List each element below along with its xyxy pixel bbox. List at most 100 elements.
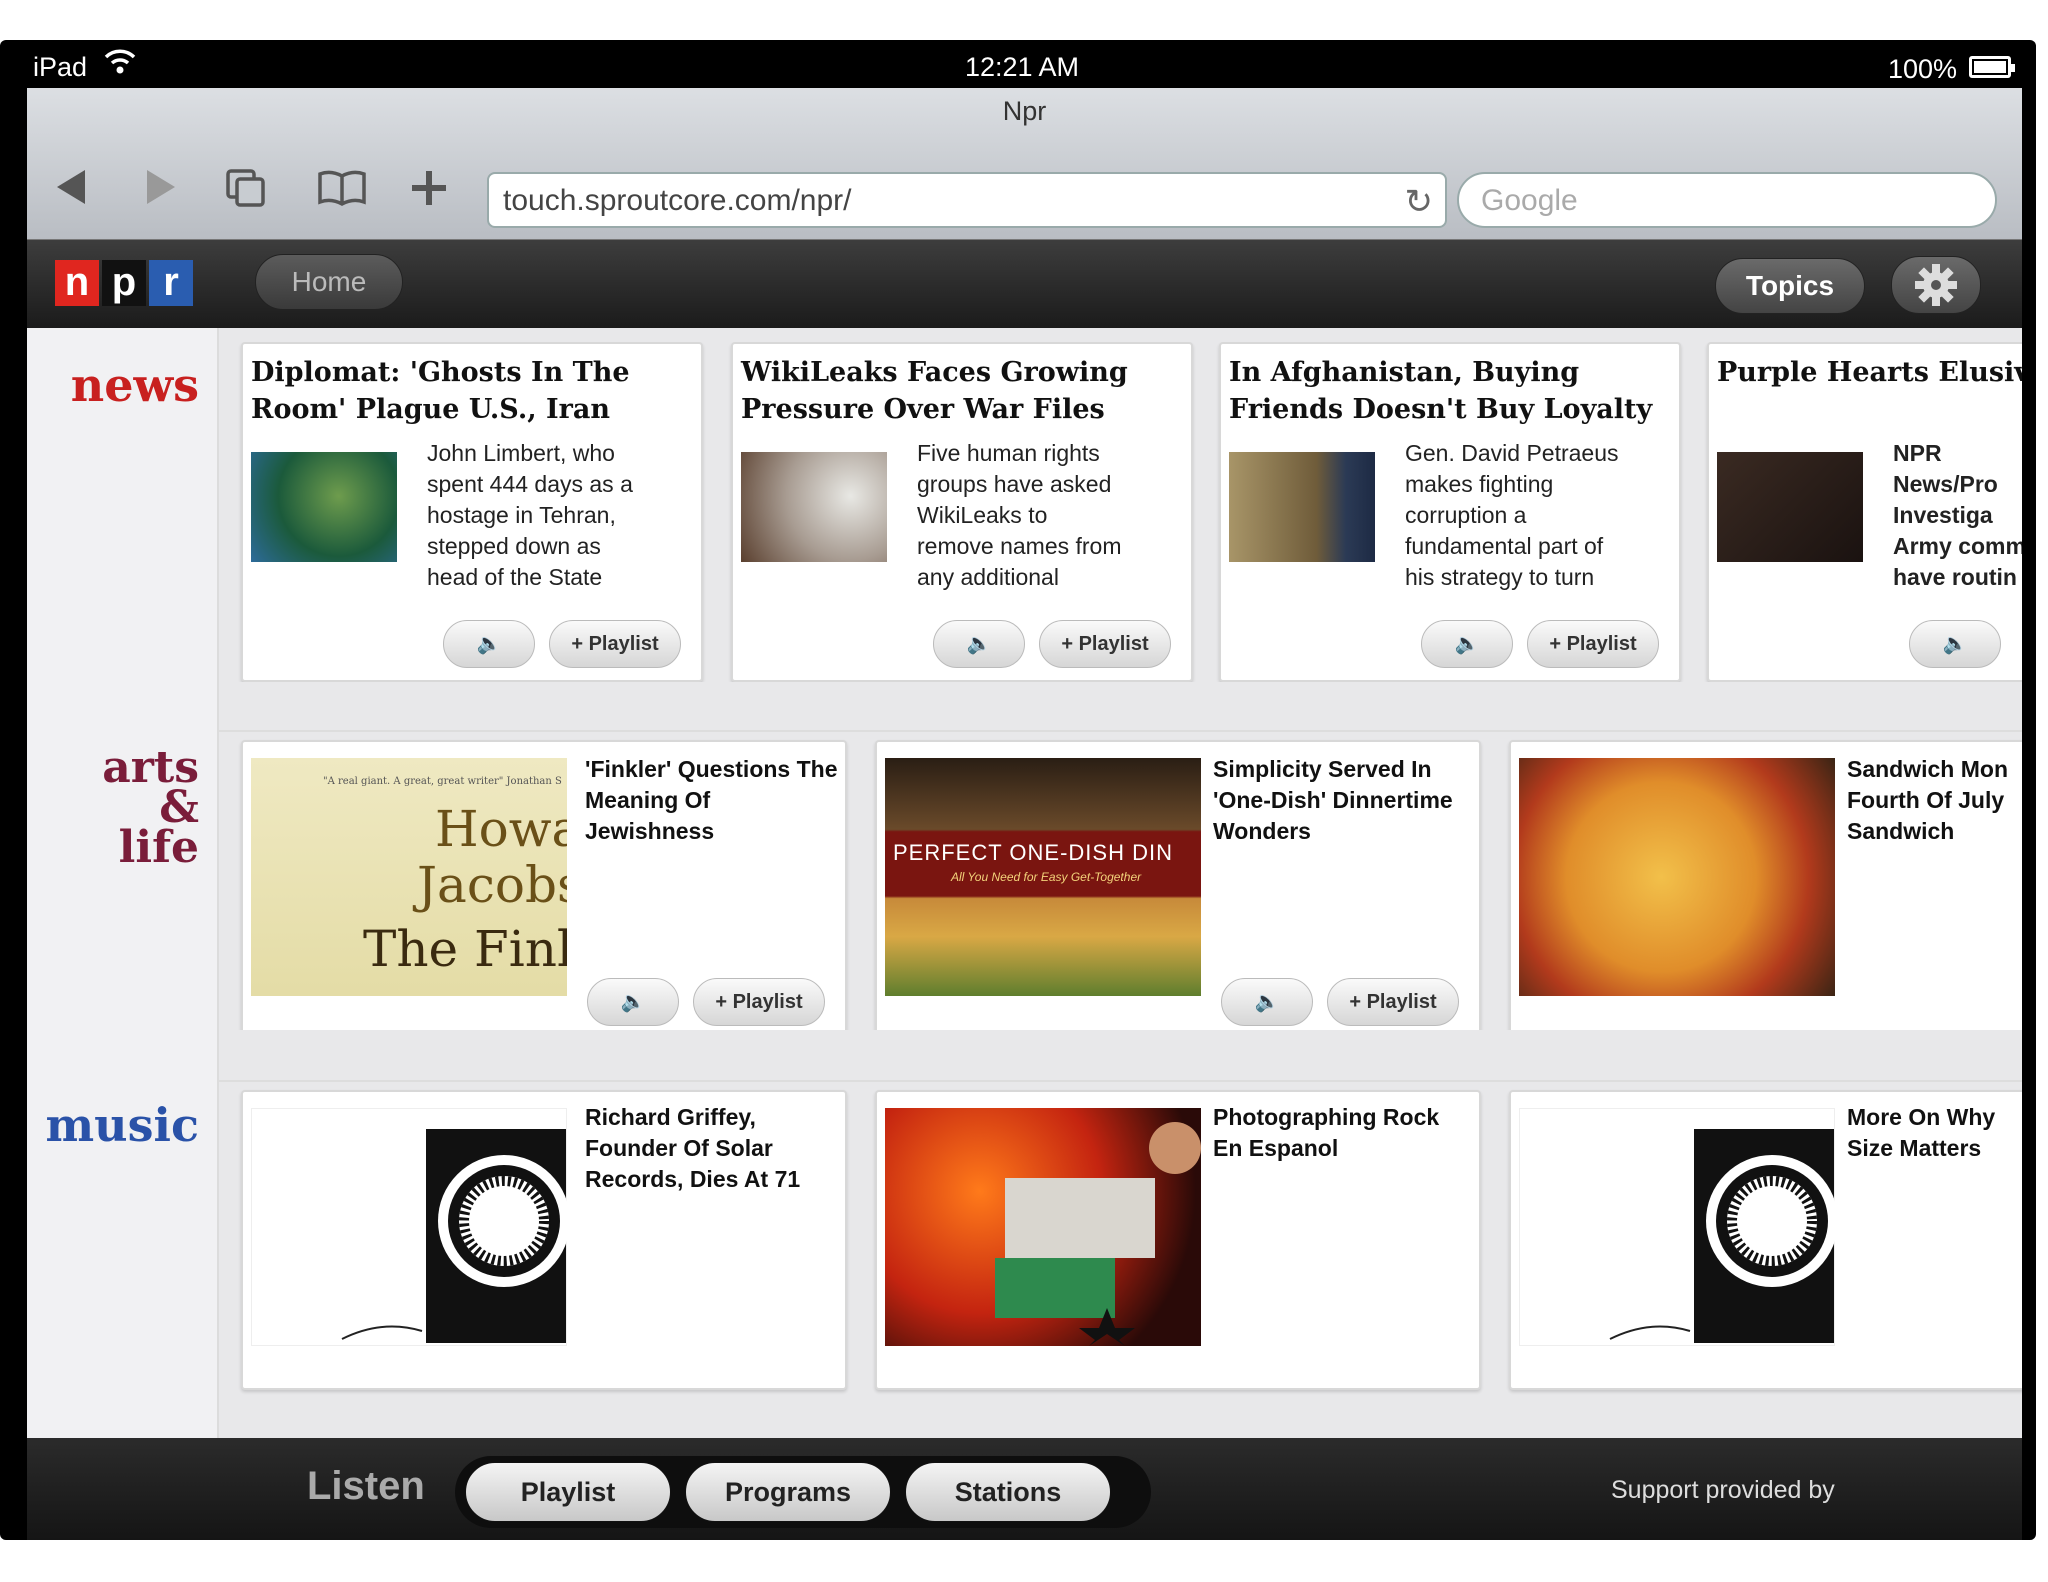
section-life-word: life — [118, 822, 199, 873]
tab-stations[interactable]: Stations — [905, 1462, 1111, 1522]
news-summary: Gen. David Petraeus makes fighting corru… — [1405, 440, 1619, 590]
playlist-label: Playlist — [1566, 633, 1637, 655]
home-button[interactable]: Home — [255, 254, 403, 310]
speaker-icon: 🔈 — [476, 633, 502, 655]
music-card[interactable]: More On Why Size Matters — [1509, 1090, 2022, 1390]
book-cover-image: "A real giant. A great, great writer" Jo… — [251, 758, 567, 996]
url-text: touch.sproutcore.com/npr/ — [503, 184, 852, 217]
npr-logo-p[interactable]: p — [102, 260, 146, 306]
pages-icon[interactable] — [225, 168, 267, 215]
arts-row: "A real giant. A great, great writer" Jo… — [219, 730, 2022, 1030]
news-card[interactable]: In Afghanistan, Buying Friends Doesn't B… — [1219, 342, 1681, 682]
bookmarks-icon[interactable] — [317, 168, 367, 215]
arts-card[interactable]: "A real giant. A great, great writer" Jo… — [241, 740, 847, 1030]
news-card[interactable]: WikiLeaks Faces Growing Pressure Over Wa… — [731, 342, 1193, 682]
section-music[interactable]: music — [46, 1098, 200, 1152]
forward-icon[interactable] — [143, 168, 177, 213]
listen-button[interactable]: 🔈 — [587, 978, 679, 1026]
clock: 12:21 AM — [964, 52, 1080, 82]
tab-programs[interactable]: Programs — [685, 1462, 891, 1522]
page-title: Npr — [1002, 96, 1047, 126]
app-header: n p r Home Topics — [27, 240, 2022, 328]
book-author-first: Howa — [435, 800, 567, 858]
npr-logo-r[interactable]: r — [149, 260, 193, 306]
news-row: Diplomat: 'Ghosts In The Room' Plague U.… — [219, 342, 2022, 682]
banner-main-text: PERFECT ONE-DISH DIN — [893, 840, 1173, 865]
add-playlist-button[interactable]: + Playlist — [1039, 620, 1171, 668]
news-image — [251, 452, 397, 562]
address-bar[interactable]: touch.sproutcore.com/npr/ ↻ — [487, 172, 1447, 228]
book-title: The Finkl — [363, 920, 567, 978]
news-title[interactable]: In Afghanistan, Buying Friends Doesn't B… — [1229, 354, 1675, 428]
add-playlist-button[interactable]: + Playlist — [1527, 620, 1659, 668]
status-bar: iPad 12:21 AM 100% — [27, 40, 2017, 88]
playlist-label: Playlist — [588, 633, 659, 655]
speaker-icon: 🔈 — [1454, 633, 1480, 655]
listen-button[interactable]: 🔈 — [1221, 978, 1313, 1026]
speaker-icon: 🔈 — [966, 633, 992, 655]
music-row: Richard Griffey, Founder Of Solar Record… — [219, 1080, 2022, 1400]
news-image — [741, 452, 887, 562]
battery-icon — [1969, 56, 2015, 78]
tab-playlist[interactable]: Playlist — [465, 1462, 671, 1522]
battery-percent: 100% — [1887, 54, 1957, 84]
news-card[interactable]: Purple Hearts Elusive Traumatic Brain In… — [1707, 342, 2022, 682]
news-card[interactable]: Diplomat: 'Ghosts In The Room' Plague U.… — [241, 342, 703, 682]
back-icon[interactable] — [55, 168, 89, 213]
ipad-screen: iPad 12:21 AM 100% Npr touch.sproutcore.… — [0, 40, 2036, 1540]
playlist-label: Playlist — [1078, 633, 1149, 655]
section-news[interactable]: news — [71, 358, 199, 412]
section-labels: news arts & life music — [27, 328, 219, 1438]
music-card[interactable]: Photographing Rock En Espanol — [875, 1090, 1481, 1390]
news-summary: Five human rights groups have asked Wiki… — [917, 440, 1122, 590]
food-image: PERFECT ONE-DISH DIN All You Need for Ea… — [885, 758, 1201, 996]
playlist-label: Playlist — [1366, 991, 1437, 1013]
support-text: Support provided by — [1611, 1476, 1835, 1504]
arts-card[interactable]: Sandwich Mon Fourth Of July Sandwich — [1509, 740, 2022, 1030]
music-title[interactable]: More On Why Size Matters — [1847, 1102, 1995, 1164]
arts-card[interactable]: PERFECT ONE-DISH DIN All You Need for Ea… — [875, 740, 1481, 1030]
speaker-icon: 🔈 — [1942, 633, 1968, 655]
news-title[interactable]: Purple Hearts Elusive Traumatic Brain In… — [1717, 354, 2022, 391]
add-playlist-button[interactable]: + Playlist — [549, 620, 681, 668]
listen-button[interactable]: 🔈 — [443, 620, 535, 668]
book-author-last: Jacobs — [417, 856, 567, 914]
section-arts-life[interactable]: arts & life — [102, 746, 199, 873]
arts-title[interactable]: Simplicity Served In 'One-Dish' Dinnerti… — [1213, 754, 1453, 847]
music-card[interactable]: Richard Griffey, Founder Of Solar Record… — [241, 1090, 847, 1390]
add-bookmark-icon[interactable] — [409, 168, 449, 215]
settings-button[interactable] — [1891, 256, 1981, 314]
sandwich-image — [1519, 758, 1835, 996]
main-content: news arts & life music Diplomat: 'Ghosts… — [27, 328, 2022, 1438]
book-blurb: "A real giant. A great, great writer" Jo… — [323, 776, 562, 787]
add-playlist-button[interactable]: + Playlist — [1327, 978, 1459, 1026]
news-summary: John Limbert, who spent 444 days as a ho… — [427, 440, 633, 590]
news-image — [1717, 452, 1863, 562]
listen-bar: Listen Playlist Programs Stations Suppor… — [27, 1438, 2022, 1540]
speaker-icon: 🔈 — [620, 991, 646, 1013]
playlist-label: Playlist — [732, 991, 803, 1013]
arts-title[interactable]: 'Finkler' Questions The Meaning Of Jewis… — [585, 754, 837, 847]
search-input[interactable]: Google — [1457, 172, 1997, 228]
listen-label: Listen — [307, 1464, 425, 1508]
news-summary: NPR News/Pro Investiga Army comm have ro… — [1893, 440, 2022, 590]
topics-button[interactable]: Topics — [1715, 258, 1865, 314]
add-playlist-button[interactable]: + Playlist — [693, 978, 825, 1026]
listen-button[interactable]: 🔈 — [1421, 620, 1513, 668]
rock-photo — [885, 1108, 1201, 1346]
listen-button[interactable]: 🔈 — [933, 620, 1025, 668]
news-image — [1229, 452, 1375, 562]
gear-icon — [1913, 264, 1959, 314]
listen-button[interactable]: 🔈 — [1909, 620, 2001, 668]
reload-icon[interactable]: ↻ — [1405, 182, 1434, 222]
search-placeholder: Google — [1481, 184, 1578, 217]
speaker-illustration — [251, 1108, 570, 1346]
npr-logo-n[interactable]: n — [55, 260, 99, 306]
arts-title[interactable]: Sandwich Mon Fourth Of July Sandwich — [1847, 754, 2008, 847]
browser-toolbar: Npr touch.sproutcore.com/npr/ ↻ Google — [27, 88, 2022, 240]
music-title[interactable]: Photographing Rock En Espanol — [1213, 1102, 1439, 1164]
news-title[interactable]: Diplomat: 'Ghosts In The Room' Plague U.… — [251, 354, 697, 428]
music-title[interactable]: Richard Griffey, Founder Of Solar Record… — [585, 1102, 800, 1195]
speaker-icon: 🔈 — [1254, 991, 1280, 1013]
news-title[interactable]: WikiLeaks Faces Growing Pressure Over Wa… — [741, 354, 1187, 428]
